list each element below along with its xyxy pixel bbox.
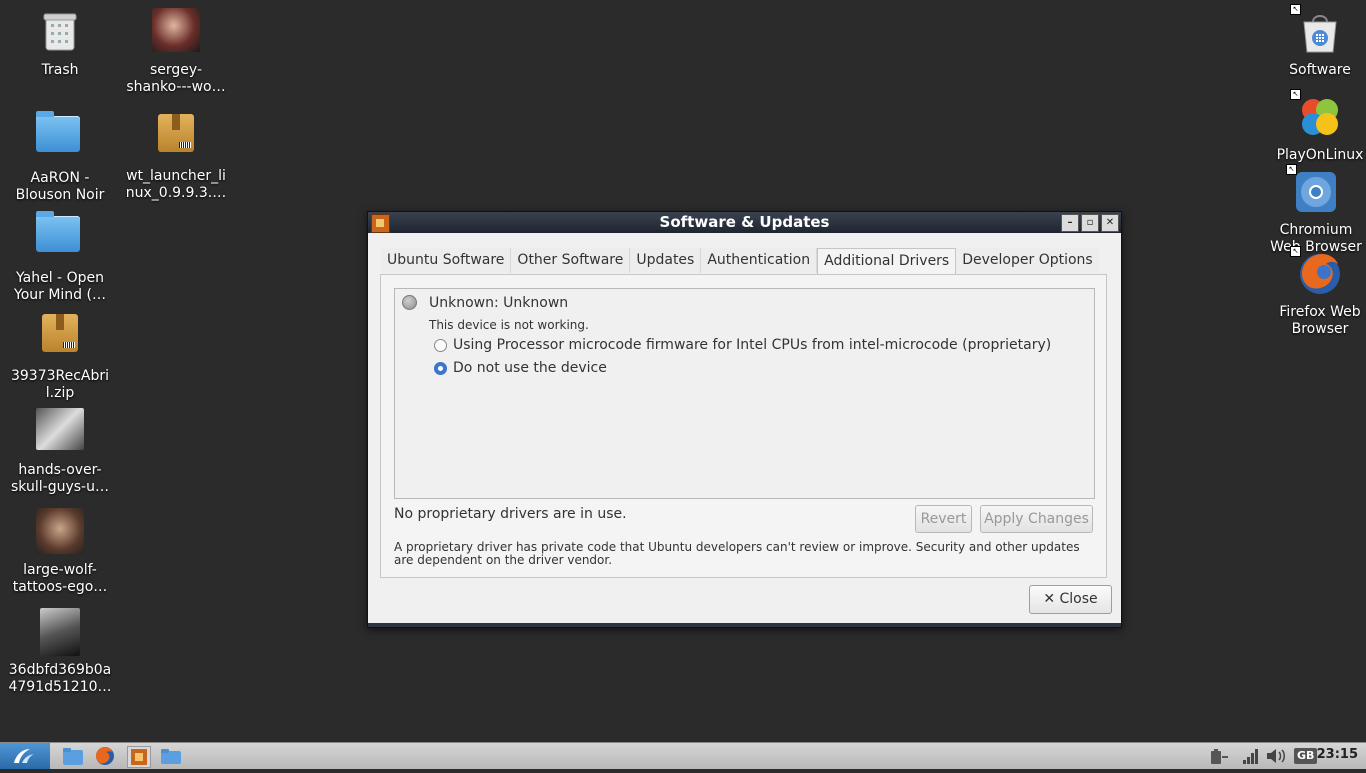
device-list: Unknown: Unknown This device is not work… <box>394 288 1095 499</box>
driver-option-do-not-use[interactable]: Do not use the device <box>434 360 607 376</box>
folder-icon <box>36 111 84 164</box>
image-icon <box>36 608 84 656</box>
desktop-icon-label: AaRON - Blouson Noir <box>15 170 105 203</box>
desktop-icon-folder[interactable]: Yahel - Open Your Mind (… <box>4 208 116 304</box>
device-status-icon <box>402 295 417 310</box>
lubuntu-logo-icon <box>14 749 34 763</box>
desktop-icon-label: Firefox Web Browser <box>1279 304 1361 337</box>
driver-option-label: Using Processor microcode firmware for I… <box>453 337 1052 353</box>
shortcut-arrow-icon: ↖ <box>1290 89 1301 100</box>
window-title: Software & Updates <box>659 213 830 231</box>
close-button-label: Close <box>1059 591 1098 607</box>
minimize-icon: – <box>1067 217 1073 228</box>
window-bottom-border <box>368 623 1121 627</box>
volume-icon[interactable] <box>1266 748 1288 764</box>
desktop-icon-chromium[interactable]: ↖ Chromium Web Browser <box>1260 164 1366 256</box>
image-icon <box>152 8 200 56</box>
image-icon <box>36 508 84 556</box>
tab-developer-options[interactable]: Developer Options <box>956 248 1099 273</box>
desktop-icon-label: PlayOnLinux <box>1276 147 1364 163</box>
tab-additional-drivers[interactable]: Additional Drivers <box>817 248 957 275</box>
window-titlebar[interactable]: Software & Updates – ▫ ✕ <box>368 212 1121 233</box>
image-icon <box>36 408 84 456</box>
driver-option-microcode[interactable]: Using Processor microcode firmware for I… <box>434 337 1051 353</box>
apply-changes-button[interactable]: Apply Changes <box>980 505 1093 533</box>
tab-updates[interactable]: Updates <box>630 248 702 273</box>
minimize-button[interactable]: – <box>1061 214 1079 232</box>
desktop-icon-folder[interactable]: AaRON - Blouson Noir <box>4 108 116 204</box>
network-signal-icon[interactable] <box>1242 748 1260 764</box>
playonlinux-icon: ↖ <box>1290 89 1344 141</box>
software-updates-window: Software & Updates – ▫ ✕ Ubuntu Software… <box>367 211 1122 628</box>
desktop-icon-image[interactable]: sergey- shanko---wo… <box>120 8 232 96</box>
software-updates-task[interactable] <box>127 746 151 768</box>
shortcut-arrow-icon: ↖ <box>1290 4 1301 15</box>
close-icon: ✕ <box>1043 591 1056 607</box>
desktop-icon-package[interactable]: wt_launcher_li nux_0.9.9.3.… <box>120 108 232 202</box>
folder-icon <box>36 211 84 264</box>
maximize-button[interactable]: ▫ <box>1081 214 1099 232</box>
desktop-icon-image[interactable]: hands-over- skull-guys-u… <box>4 408 116 496</box>
package-icon <box>152 114 200 162</box>
desktop-icon-image[interactable]: 36dbfd369b0a 4791d51210… <box>4 608 116 696</box>
additional-drivers-panel: Unknown: Unknown This device is not work… <box>380 274 1107 578</box>
proprietary-driver-note: A proprietary driver has private code th… <box>394 540 1080 567</box>
driver-option-label: Do not use the device <box>453 360 607 376</box>
close-icon: ✕ <box>1105 217 1115 228</box>
tab-bar: Ubuntu Software Other Software Updates A… <box>381 248 1099 275</box>
package-icon <box>36 314 84 362</box>
desktop-icon-firefox[interactable]: ↖ Firefox Web Browser <box>1264 246 1366 338</box>
keyboard-layout-indicator[interactable]: GB <box>1294 748 1318 764</box>
firefox-launcher[interactable] <box>94 746 116 766</box>
desktop-icon-image[interactable]: large-wolf- tattoos-ego… <box>4 508 116 596</box>
firefox-icon: ↖ <box>1290 246 1344 298</box>
device-name: Unknown: Unknown <box>429 295 569 311</box>
power-icon[interactable] <box>1208 748 1230 764</box>
tab-authentication[interactable]: Authentication <box>701 248 818 273</box>
radio-button[interactable] <box>434 338 447 352</box>
desktop-icon-label: wt_launcher_li nux_0.9.9.3.… <box>125 168 227 201</box>
desktop-icon-label: Yahel - Open Your Mind (… <box>14 270 106 303</box>
desktop-icon-label: sergey- shanko---wo… <box>126 62 226 95</box>
software-updates-icon <box>131 749 147 765</box>
firefox-icon <box>96 747 114 765</box>
software-center-icon: ↖ <box>1290 4 1344 56</box>
desktop-icon-zip[interactable]: 39373RecAbri l.zip <box>4 308 116 402</box>
desktop-icon-label: large-wolf- tattoos-ego… <box>12 562 108 595</box>
folder-task[interactable] <box>160 746 182 766</box>
chromium-icon: ↖ <box>1286 164 1340 216</box>
desktop-icon-software[interactable]: ↖ Software <box>1264 4 1366 79</box>
trash-icon <box>36 8 84 56</box>
start-menu-button[interactable] <box>0 743 50 769</box>
revert-button[interactable]: Revert <box>915 505 972 533</box>
file-manager-icon <box>63 748 83 765</box>
desktop-icon-label: 39373RecAbri l.zip <box>10 368 110 401</box>
tab-other-software[interactable]: Other Software <box>511 248 631 273</box>
clock[interactable]: 23:15 <box>1317 747 1358 762</box>
close-window-button[interactable]: ✕ <box>1101 214 1119 232</box>
folder-icon <box>161 749 181 764</box>
desktop-icon-label: 36dbfd369b0a 4791d51210… <box>8 662 112 695</box>
taskbar: GB 23:15 <box>0 742 1366 769</box>
shortcut-arrow-icon: ↖ <box>1290 246 1301 257</box>
driver-status-text: No proprietary drivers are in use. <box>394 506 627 522</box>
close-button[interactable]: ✕ Close <box>1029 585 1112 614</box>
file-manager-launcher[interactable] <box>62 746 84 766</box>
shortcut-arrow-icon: ↖ <box>1286 164 1297 175</box>
maximize-icon: ▫ <box>1086 217 1094 228</box>
device-status: This device is not working. <box>429 318 589 332</box>
desktop-icon-label: hands-over- skull-guys-u… <box>11 462 109 495</box>
desktop-icon-label: Trash <box>41 62 79 78</box>
desktop-icon-trash[interactable]: Trash <box>4 8 116 79</box>
tab-ubuntu-software[interactable]: Ubuntu Software <box>381 248 512 273</box>
desktop-icon-label: Software <box>1289 62 1351 78</box>
radio-button-selected[interactable] <box>434 361 447 375</box>
desktop-icon-playonlinux[interactable]: ↖ PlayOnLinux <box>1264 89 1366 164</box>
